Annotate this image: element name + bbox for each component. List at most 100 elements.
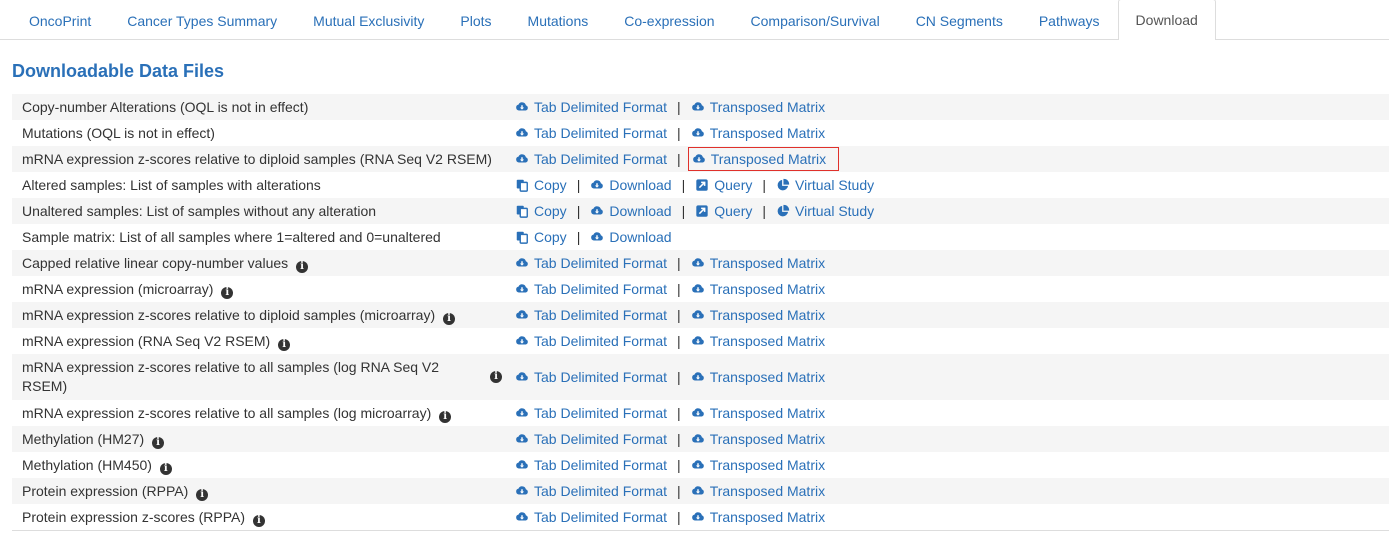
table-row: mRNA expression (microarray) i Tab Delimi… xyxy=(12,276,1389,302)
transposed-matrix-download-link[interactable]: Transposed Matrix xyxy=(688,481,828,501)
row-label: Copy-number Alterations (OQL is not in e… xyxy=(22,98,309,115)
info-icon[interactable]: i xyxy=(278,338,291,351)
virtual-study-link[interactable]: Virtual Study xyxy=(773,201,877,221)
link-separator: | xyxy=(576,203,581,219)
tab-delimited-download-link[interactable]: Tab Delimited Format xyxy=(512,149,670,169)
copy-link-label: Copy xyxy=(534,203,567,219)
transposed-matrix-download-link-label: Transposed Matrix xyxy=(710,151,827,167)
link-separator: | xyxy=(762,203,766,219)
tab-cancer-types-summary[interactable]: Cancer Types Summary xyxy=(109,1,295,40)
transposed-matrix-download-link[interactable]: Transposed Matrix xyxy=(688,331,828,351)
transposed-matrix-download-link[interactable]: Transposed Matrix xyxy=(688,279,828,299)
info-icon[interactable]: i xyxy=(443,312,456,325)
tab-cn-segments[interactable]: CN Segments xyxy=(898,1,1021,40)
copy-link-label: Copy xyxy=(534,229,567,245)
link-separator: | xyxy=(677,509,681,525)
info-icon[interactable]: i xyxy=(196,488,209,501)
transposed-matrix-download-link[interactable]: Transposed Matrix xyxy=(688,507,828,527)
tab-delimited-download-link[interactable]: Tab Delimited Format xyxy=(512,481,670,501)
tab-delimited-download-link[interactable]: Tab Delimited Format xyxy=(512,367,670,387)
tab-delimited-download-link[interactable]: Tab Delimited Format xyxy=(512,123,670,143)
cloud-download-icon xyxy=(515,458,529,472)
tab-download[interactable]: Download xyxy=(1117,0,1216,40)
tab-mutual-exclusivity[interactable]: Mutual Exclusivity xyxy=(295,1,442,40)
cloud-download-icon xyxy=(691,308,705,322)
row-label: Protein expression (RPPA) i xyxy=(22,482,209,501)
link-separator: | xyxy=(576,177,581,193)
copy-link[interactable]: Copy xyxy=(512,175,570,195)
tab-oncoprint[interactable]: OncoPrint xyxy=(11,1,109,40)
tab-comparison-survival[interactable]: Comparison/Survival xyxy=(733,1,898,40)
info-icon[interactable]: i xyxy=(296,260,309,273)
transposed-matrix-download-link[interactable]: Transposed Matrix xyxy=(688,403,828,423)
tab-co-expression[interactable]: Co-expression xyxy=(606,1,732,40)
page-title: Downloadable Data Files xyxy=(12,61,225,81)
info-icon[interactable]: i xyxy=(152,436,165,449)
transposed-matrix-download-link[interactable]: Transposed Matrix xyxy=(688,305,828,325)
download-link-label: Download xyxy=(609,177,672,193)
transposed-matrix-download-link-label: Transposed Matrix xyxy=(709,431,826,447)
tab-delimited-download-link[interactable]: Tab Delimited Format xyxy=(512,403,670,423)
tab-delimited-download-link[interactable]: Tab Delimited Format xyxy=(512,331,670,351)
info-icon[interactable]: i xyxy=(439,410,452,423)
cloud-download-icon xyxy=(691,406,705,420)
query-link[interactable]: Query xyxy=(692,175,755,195)
info-icon[interactable]: i xyxy=(221,286,234,299)
row-label: Methylation (HM450) i xyxy=(22,456,172,475)
tab-delimited-download-link[interactable]: Tab Delimited Format xyxy=(512,305,670,325)
copy-link-label: Copy xyxy=(534,177,567,193)
tab-pathways[interactable]: Pathways xyxy=(1021,1,1118,40)
row-label-cell: mRNA expression z-scores relative to all… xyxy=(12,404,512,423)
table-row: Methylation (HM27) i Tab Delimited Format… xyxy=(12,426,1389,452)
tab-delimited-download-link[interactable]: Tab Delimited Format xyxy=(512,97,670,117)
external-link-icon xyxy=(695,204,709,218)
download-link[interactable]: Download xyxy=(587,227,674,247)
transposed-matrix-download-link[interactable]: Transposed Matrix xyxy=(688,123,828,143)
cloud-download-icon xyxy=(691,126,705,140)
transposed-matrix-download-link[interactable]: Transposed Matrix xyxy=(688,455,828,475)
query-link-label: Query xyxy=(714,177,753,193)
table-row: mRNA expression z-scores relative to all… xyxy=(12,354,1389,400)
tab-delimited-download-link[interactable]: Tab Delimited Format xyxy=(512,279,670,299)
tab-plots[interactable]: Plots xyxy=(442,1,509,40)
tab-delimited-download-link[interactable]: Tab Delimited Format xyxy=(512,253,670,273)
table-row: Unaltered samples: List of samples witho… xyxy=(12,198,1389,224)
row-actions: Copy | Download | Query | Virtual Study xyxy=(512,175,877,195)
link-separator: | xyxy=(677,151,681,167)
virtual-study-link-label: Virtual Study xyxy=(795,177,875,193)
info-icon[interactable]: i xyxy=(490,371,502,383)
table-row: Mutations (OQL is not in effect) Tab Deli… xyxy=(12,120,1389,146)
copy-link[interactable]: Copy xyxy=(512,227,570,247)
link-separator: | xyxy=(677,405,681,421)
query-link[interactable]: Query xyxy=(692,201,755,221)
copy-link[interactable]: Copy xyxy=(512,201,570,221)
cloud-download-icon xyxy=(590,204,604,218)
transposed-matrix-download-link[interactable]: Transposed Matrix xyxy=(688,429,828,449)
tab-mutations[interactable]: Mutations xyxy=(510,1,607,40)
table-row: mRNA expression z-scores relative to all… xyxy=(12,400,1389,426)
link-separator: | xyxy=(677,431,681,447)
virtual-study-link[interactable]: Virtual Study xyxy=(773,175,877,195)
info-icon[interactable]: i xyxy=(159,462,172,475)
row-label-cell: Unaltered samples: List of samples witho… xyxy=(12,202,512,221)
link-separator: | xyxy=(677,483,681,499)
tab-delimited-download-link[interactable]: Tab Delimited Format xyxy=(512,455,670,475)
cloud-download-icon xyxy=(691,100,705,114)
tab-delimited-download-link[interactable]: Tab Delimited Format xyxy=(512,507,670,527)
cloud-download-icon xyxy=(515,370,529,384)
download-link[interactable]: Download xyxy=(587,175,674,195)
cloud-download-icon xyxy=(515,152,529,166)
download-link[interactable]: Download xyxy=(587,201,674,221)
transposed-matrix-download-link-label: Transposed Matrix xyxy=(709,369,826,385)
transposed-matrix-download-link[interactable]: Transposed Matrix xyxy=(688,367,828,387)
info-icon[interactable]: i xyxy=(252,514,265,527)
transposed-matrix-download-link[interactable]: Transposed Matrix xyxy=(688,97,828,117)
link-separator: | xyxy=(677,281,681,297)
row-label-cell: Sample matrix: List of all samples where… xyxy=(12,228,512,247)
cloud-download-icon xyxy=(691,510,705,524)
transposed-matrix-download-link[interactable]: Transposed Matrix xyxy=(688,253,828,273)
transposed-matrix-download-link[interactable]: Transposed Matrix xyxy=(687,147,840,171)
tab-delimited-download-link[interactable]: Tab Delimited Format xyxy=(512,429,670,449)
row-actions: Tab Delimited Format | Transposed Matrix xyxy=(512,147,840,171)
row-actions: Tab Delimited Format | Transposed Matrix xyxy=(512,481,828,501)
